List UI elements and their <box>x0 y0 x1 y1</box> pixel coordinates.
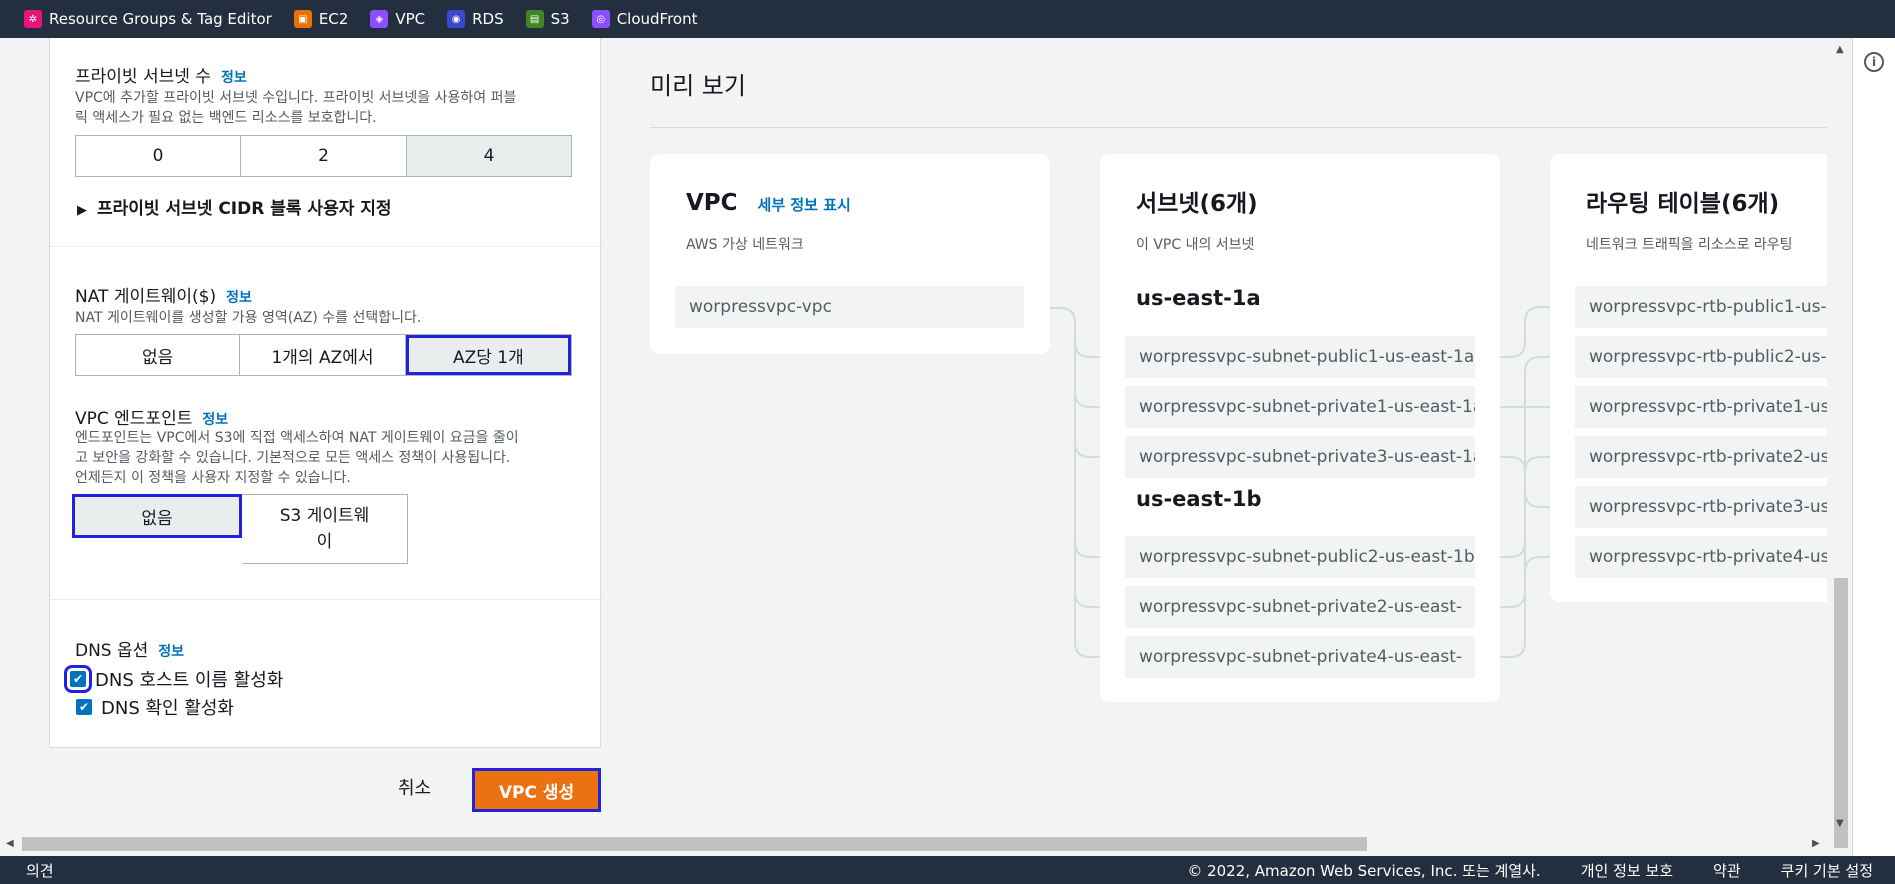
route-table-item: worpressvpc-rtb-private2-us-e <box>1575 436 1827 478</box>
terms-link[interactable]: 약관 <box>1713 860 1741 881</box>
footer: 의견 © 2022, Amazon Web Services, Inc. 또는 … <box>0 856 1895 884</box>
route-table-item: worpressvpc-rtb-private3-us-e <box>1575 486 1827 528</box>
scroll-right-icon[interactable]: ▶ <box>1812 838 1820 849</box>
subnet-item: worpressvpc-subnet-private2-us-east- <box>1125 586 1475 628</box>
az-label-us-east-1a: us-east-1a <box>1136 286 1261 310</box>
subnet-item: worpressvpc-subnet-private1-us-east-1a <box>1125 386 1475 428</box>
copyright-text: © 2022, Amazon Web Services, Inc. 또는 계열사… <box>1187 861 1541 880</box>
vertical-scroll-thumb[interactable] <box>1834 578 1848 848</box>
show-details-link[interactable]: 세부 정보 표시 <box>758 196 851 214</box>
cookie-preferences-link[interactable]: 쿠키 기본 설정 <box>1781 860 1873 881</box>
route-tables-clip: 라우팅 테이블(6개) 네트워크 트래픽을 리소스로 라우팅 worpressv… <box>1550 154 1827 604</box>
subnet-item: worpressvpc-subnet-private4-us-east- <box>1125 636 1475 678</box>
route-table-item: worpressvpc-rtb-public2-us-ea <box>1575 336 1827 378</box>
scroll-up-icon[interactable]: ▲ <box>1836 44 1844 55</box>
subnet-item: worpressvpc-subnet-private3-us-east-1a <box>1125 436 1475 478</box>
route-tables-card-title: 라우팅 테이블(6개) <box>1586 191 1780 217</box>
subnet-item: worpressvpc-subnet-public1-us-east-1a <box>1125 336 1475 378</box>
route-tables-card-description: 네트워크 트래픽을 리소스로 라우팅 <box>1586 237 1793 253</box>
vpc-card-title: VPC 세부 정보 표시 <box>686 190 851 216</box>
subnets-card-description: 이 VPC 내의 서브넷 <box>1136 237 1255 253</box>
help-panel-rail: i <box>1852 38 1895 856</box>
privacy-link[interactable]: 개인 정보 보호 <box>1581 860 1673 881</box>
vpc-card-description: AWS 가상 네트워크 <box>686 237 804 253</box>
vertical-scrollbar[interactable]: ▲ ▼ <box>1831 38 1851 848</box>
scroll-down-icon[interactable]: ▼ <box>1836 818 1844 829</box>
scroll-left-icon[interactable]: ◀ <box>6 838 14 849</box>
route-tables-card: 라우팅 테이블(6개) 네트워크 트래픽을 리소스로 라우팅 worpressv… <box>1550 154 1827 602</box>
horizontal-scroll-thumb[interactable] <box>22 837 1367 851</box>
vpc-card: VPC 세부 정보 표시 AWS 가상 네트워크 worpressvpc-vpc <box>650 154 1050 354</box>
info-icon[interactable]: i <box>1864 52 1884 72</box>
vpc-name: worpressvpc-vpc <box>675 286 1024 328</box>
route-table-item: worpressvpc-rtb-private4-us-e <box>1575 536 1827 578</box>
subnets-card-title: 서브넷(6개) <box>1136 191 1258 217</box>
subnets-card: 서브넷(6개) 이 VPC 내의 서브넷 us-east-1a worpress… <box>1100 154 1500 702</box>
route-table-item: worpressvpc-rtb-private1-us-e <box>1575 386 1827 428</box>
horizontal-scrollbar[interactable]: ◀ ▶ <box>0 834 1831 854</box>
subnet-item: worpressvpc-subnet-public2-us-east-1b <box>1125 536 1475 578</box>
route-table-item: worpressvpc-rtb-public1-us-ea <box>1575 286 1827 328</box>
feedback-link[interactable]: 의견 <box>26 860 54 881</box>
az-label-us-east-1b: us-east-1b <box>1136 487 1262 511</box>
